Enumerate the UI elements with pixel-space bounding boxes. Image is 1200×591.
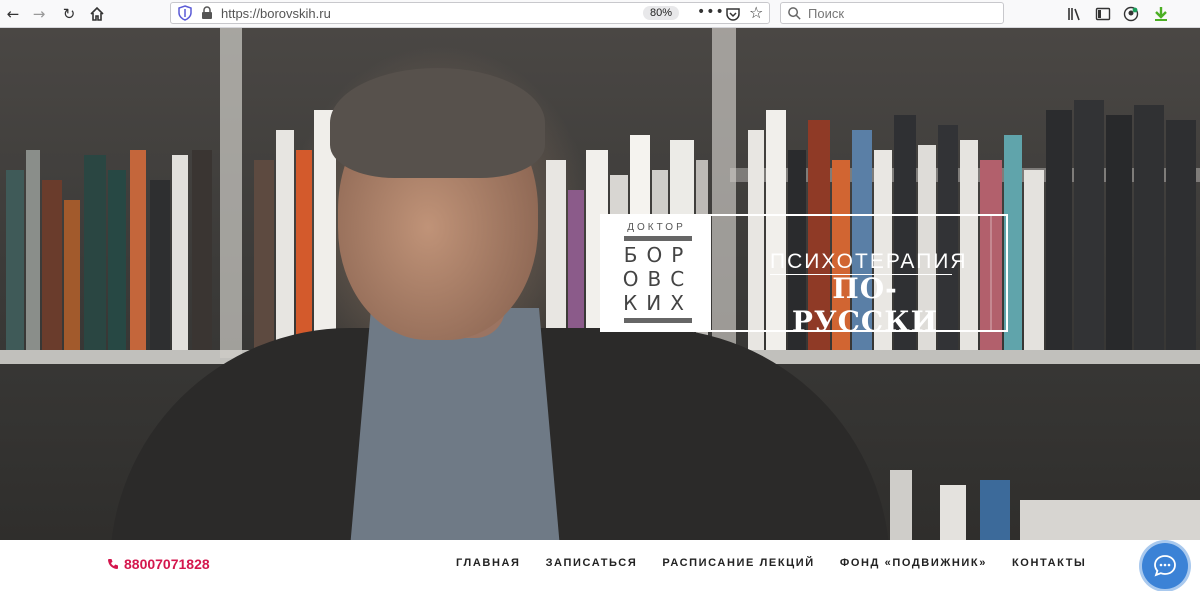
- shield-icon[interactable]: [177, 5, 193, 21]
- phone-icon: [108, 559, 118, 569]
- logo-name-block: ДОКТОР БОР ОВС КИХ: [602, 216, 711, 330]
- nav-link-signup[interactable]: ЗАПИСАТЬСЯ: [546, 557, 638, 569]
- phone-link[interactable]: 88007071828: [107, 556, 210, 572]
- logo-top-bar: [624, 236, 692, 241]
- account-icon[interactable]: [1120, 3, 1142, 25]
- search-icon: [788, 7, 801, 20]
- url-text[interactable]: https://borovskih.ru: [221, 6, 331, 21]
- hero-banner: ДОКТОР БОР ОВС КИХ ПСИХОТЕРАПИЯ ПО-РУССК…: [0, 28, 1200, 540]
- site-logo[interactable]: ДОКТОР БОР ОВС КИХ ПСИХОТЕРАПИЯ ПО-РУССК…: [600, 214, 1008, 338]
- logo-doctor-label: ДОКТОР: [627, 222, 686, 233]
- search-input[interactable]: Поиск: [808, 6, 844, 21]
- star-icon[interactable]: ☆: [749, 3, 763, 22]
- nav-link-schedule[interactable]: РАСПИСАНИЕ ЛЕКЦИЙ: [662, 557, 814, 569]
- back-arrow-icon[interactable]: ←: [2, 3, 24, 25]
- main-navigation: 88007071828 ГЛАВНАЯ ЗАПИСАТЬСЯ РАСПИСАНИ…: [0, 540, 1200, 591]
- browser-toolbar: ← → ↻ https://borovskih.ru 80% ••• ☆ Пои…: [0, 0, 1200, 28]
- pocket-icon[interactable]: [725, 6, 741, 22]
- logo-title-line1: ПСИХОТЕРАПИЯ: [770, 250, 968, 273]
- nav-links: ГЛАВНАЯ ЗАПИСАТЬСЯ РАСПИСАНИЕ ЛЕКЦИЙ ФОН…: [456, 557, 1086, 569]
- phone-number[interactable]: 88007071828: [124, 556, 210, 572]
- chat-icon: [1154, 555, 1176, 577]
- reload-icon[interactable]: ↻: [58, 3, 80, 25]
- chat-widget-button[interactable]: [1142, 543, 1188, 589]
- logo-letters-row3: КИХ: [623, 291, 693, 315]
- logo-edge-line: [990, 216, 992, 330]
- logo-letters-row2: ОВС: [622, 267, 694, 291]
- nav-link-foundation[interactable]: ФОНД «ПОДВИЖНИК»: [840, 557, 987, 569]
- logo-letters-row1: БОР: [623, 243, 693, 267]
- library-icon[interactable]: [1064, 3, 1086, 25]
- forward-arrow-icon[interactable]: →: [28, 3, 50, 25]
- sidebar-icon[interactable]: [1092, 3, 1114, 25]
- download-icon[interactable]: [1150, 3, 1172, 25]
- nav-link-home[interactable]: ГЛАВНАЯ: [456, 557, 521, 569]
- logo-bottom-bar: [624, 318, 692, 323]
- more-icon[interactable]: •••: [697, 4, 725, 20]
- logo-title-line2: ПО-РУССКИ: [791, 272, 939, 338]
- zoom-badge[interactable]: 80%: [643, 6, 680, 20]
- address-bar[interactable]: https://borovskih.ru 80% ••• ☆: [170, 2, 770, 24]
- lock-icon[interactable]: [201, 6, 213, 20]
- nav-link-contacts[interactable]: КОНТАКТЫ: [1012, 557, 1086, 569]
- search-bar[interactable]: Поиск: [780, 2, 1004, 24]
- home-icon[interactable]: [86, 3, 108, 25]
